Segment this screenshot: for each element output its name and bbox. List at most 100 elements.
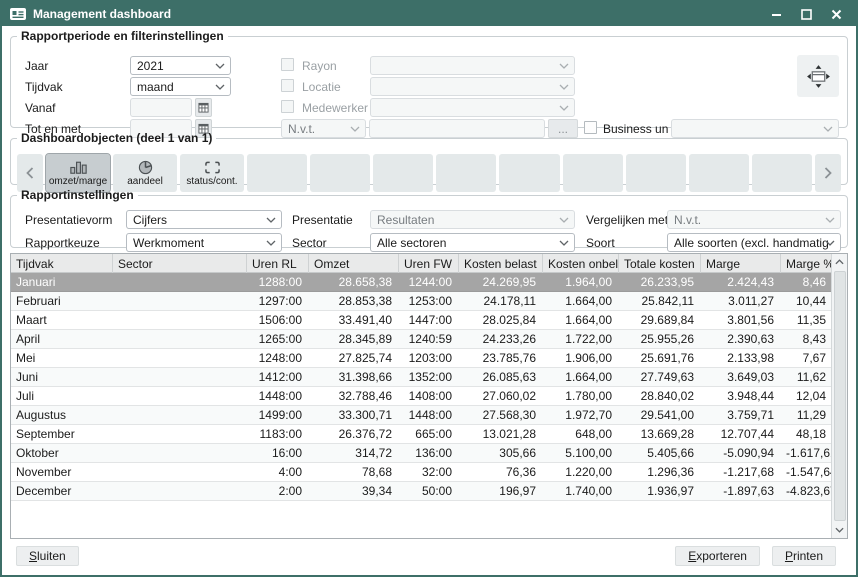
tijdvak-select[interactable]: maand [130,77,231,96]
table-cell: 196,97 [459,484,543,498]
scroll-up-icon[interactable] [832,254,848,270]
toolbar-next-icon[interactable] [815,154,841,192]
locatie-checkbox[interactable] [281,79,294,92]
table-row-januari[interactable]: Januari1288:0028.658,381244:0024.269,951… [11,273,831,292]
maximize-icon[interactable] [798,6,814,22]
dashboard-item-label: aandeel [127,176,163,187]
printen-button[interactable]: Printen [772,546,836,566]
column-header[interactable]: Kosten onbel. [543,254,619,273]
exporteren-button[interactable]: Exporteren [675,546,760,566]
column-header[interactable]: Totale kosten [619,254,701,273]
locatie-select[interactable] [370,77,575,96]
table-header-row: TijdvakSectorUren RLOmzetUren FWKosten b… [11,254,831,273]
table-cell: 136:00 [399,446,459,460]
dashboard-item-status-cont[interactable]: status/cont. [180,154,244,192]
vergelijken-met-select[interactable]: N.v.t. [667,210,841,229]
table-cell: 13.021,28 [459,427,543,441]
column-header[interactable]: Tijdvak [11,254,113,273]
dashboard-item-empty [436,154,496,192]
table-cell: 26.376,72 [309,427,399,441]
column-header[interactable]: Kosten belast [459,254,543,273]
column-header[interactable]: Sector [113,254,247,273]
sluiten-button[interactable]: Sluiten [16,546,79,566]
table-cell: 314,72 [309,446,399,460]
jaar-select[interactable]: 2021 [130,56,231,75]
table-cell: 1.780,00 [543,389,619,403]
column-header[interactable]: Omzet [309,254,399,273]
table-cell: 1297:00 [247,294,309,308]
rayon-checkbox[interactable] [281,58,294,71]
vanaf-calendar-icon[interactable] [195,98,212,117]
dashboard-item-omzet-marge[interactable]: omzet/marge [46,154,110,192]
title-bar: Management dashboard [2,2,856,26]
table-row-september[interactable]: September1183:0026.376,72665:0013.021,28… [11,425,831,444]
presentatievorm-select[interactable]: Cijfers [126,210,282,229]
chevron-down-icon [825,240,835,246]
table-cell: 24.178,11 [459,294,543,308]
table-row-december[interactable]: December2:0039,3450:00196,971.740,001.93… [11,482,831,501]
rapportkeuze-label: Rapportkeuze [25,236,100,250]
table-row-mei[interactable]: Mei1248:0027.825,741203:0023.785,761.906… [11,349,831,368]
presentatie-label: Presentatie [292,213,353,227]
column-header[interactable]: Uren FW [399,254,459,273]
table-row-juli[interactable]: Juli1448:0032.788,461408:0027.060,021.78… [11,387,831,406]
table-row-maart[interactable]: Maart1506:0033.491,401447:0028.025,841.6… [11,311,831,330]
resize-window-icon[interactable] [797,55,839,97]
table-cell: 50:00 [399,484,459,498]
table-row-april[interactable]: April1265:0028.345,891240:5924.233,261.7… [11,330,831,349]
table-cell: Oktober [11,446,113,460]
soort-select[interactable]: Alle soorten (excl. handmatig [667,233,841,252]
table-row-juni[interactable]: Juni1412:0031.398,661352:0026.085,631.66… [11,368,831,387]
filter-settings-group: Rapportperiode en filterinstellingen Jaa… [10,29,848,128]
table-cell: Januari [11,275,113,289]
rayon-select[interactable] [370,56,575,75]
table-cell: 29.541,00 [619,408,701,422]
table-cell: 24.269,95 [459,275,543,289]
table-cell: 3.759,71 [701,408,781,422]
dashboard-item-aandeel[interactable]: aandeel [113,154,177,192]
dashboard-item-empty [752,154,812,192]
column-header[interactable]: Uren RL [247,254,309,273]
table-cell: 2.424,43 [701,275,781,289]
table-cell: September [11,427,113,441]
table-cell: -1.617,61 [781,446,831,460]
medewerker-checkbox[interactable] [281,100,294,113]
minimize-icon[interactable] [768,6,784,22]
vanaf-label: Vanaf [25,101,55,115]
table-cell: 2.390,63 [701,332,781,346]
table-cell: Maart [11,313,113,327]
table-cell: 27.060,02 [459,389,543,403]
sector-select[interactable]: Alle sectoren [370,233,575,252]
close-icon[interactable] [828,6,844,22]
results-grid: TijdvakSectorUren RLOmzetUren FWKosten b… [11,254,831,538]
vanaf-input[interactable] [130,98,192,117]
chevron-down-icon [266,240,276,246]
table-row-november[interactable]: November4:0078,6832:0076,361.220,001.296… [11,463,831,482]
table-cell: 10,44 [781,294,831,308]
chevron-down-icon [559,84,569,90]
vertical-scrollbar[interactable] [831,254,847,538]
table-cell: 1.664,00 [543,370,619,384]
table-row-februari[interactable]: Februari1297:0028.853,381253:0024.178,11… [11,292,831,311]
table-cell: 1.722,00 [543,332,619,346]
dashboard-item-empty [689,154,749,192]
rapportkeuze-select[interactable]: Werkmoment [126,233,282,252]
table-cell: 1265:00 [247,332,309,346]
table-row-oktober[interactable]: Oktober16:00314,72136:00305,665.100,005.… [11,444,831,463]
table-cell: 1352:00 [399,370,459,384]
table-cell: 1408:00 [399,389,459,403]
dashboard-item-empty [563,154,623,192]
medewerker-select[interactable] [370,98,575,117]
scrollbar-thumb[interactable] [834,271,846,521]
table-row-augustus[interactable]: Augustus1499:0033.300,711448:0027.568,30… [11,406,831,425]
toolbar-prev-icon[interactable] [17,154,43,192]
column-header[interactable]: Marge [701,254,781,273]
table-cell: 27.568,30 [459,408,543,422]
column-header[interactable]: Marge % [781,254,831,273]
sector-label: Sector [292,236,327,250]
scroll-down-icon[interactable] [832,522,848,538]
management-dashboard-window: Management dashboard Rapportperiode en f… [0,0,858,577]
table-cell: 27.825,74 [309,351,399,365]
table-cell: December [11,484,113,498]
presentatie-select[interactable]: Resultaten [370,210,575,229]
